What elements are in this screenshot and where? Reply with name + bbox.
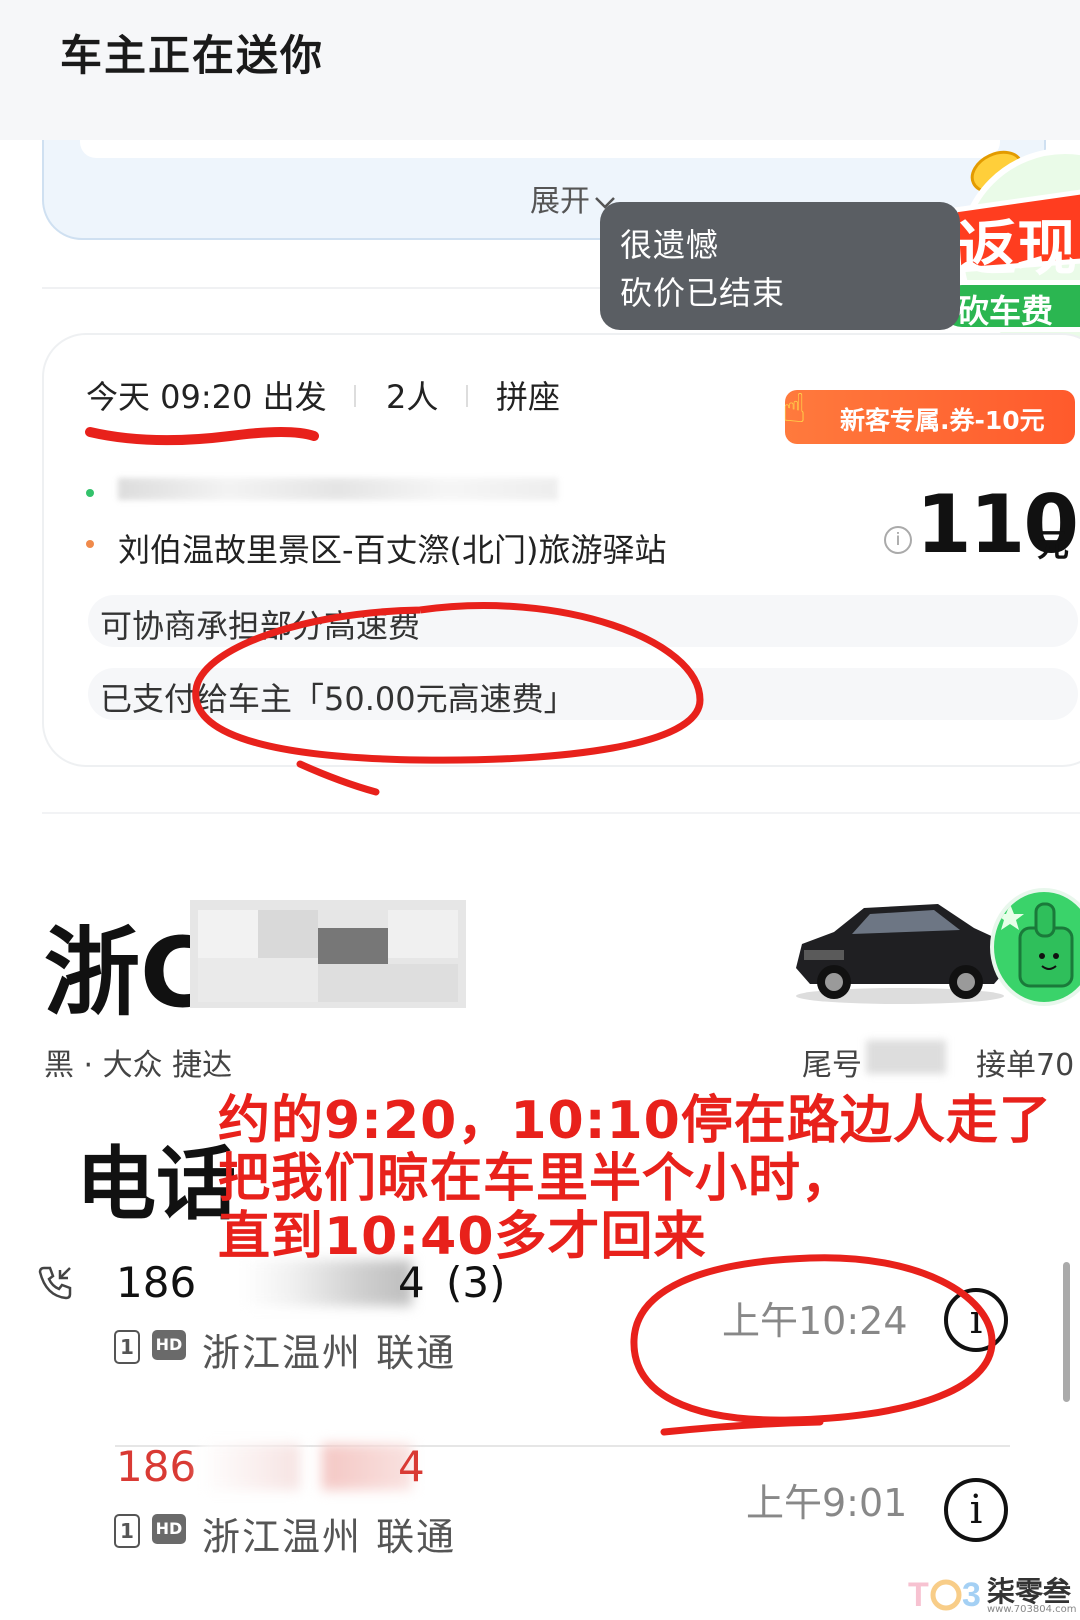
- phone-section-title: 电话: [76, 1138, 236, 1231]
- passenger-count: 2人: [386, 378, 439, 416]
- watermark-url: www.703804.com: [987, 1604, 1077, 1615]
- price-info-icon[interactable]: i: [884, 526, 912, 554]
- call-info-button[interactable]: i: [944, 1478, 1008, 1542]
- hd-icon: HD: [152, 1514, 186, 1544]
- divider: [42, 812, 1080, 814]
- plate-redaction: [190, 900, 466, 1008]
- toll-negotiable-note: 可协商承担部分高速费: [100, 607, 421, 645]
- toll-paid-note: 已支付给车主「50.00元高速费」: [100, 680, 576, 718]
- call-location: 浙江温州 联通: [202, 1515, 457, 1559]
- plate-number: 浙C: [44, 917, 211, 1029]
- svg-text:T: T: [908, 1576, 929, 1614]
- promo-badge-bottom-text: 砍车费: [957, 292, 1054, 330]
- svg-text:3: 3: [962, 1576, 981, 1614]
- car-image: [796, 904, 1006, 1004]
- page-title: 车主正在送你: [60, 31, 325, 80]
- ride-mode: 拼座: [496, 378, 561, 416]
- toast-line-2: 砍价已结束: [620, 274, 786, 312]
- origin-address-redacted: [118, 478, 558, 500]
- route-card-inner: [80, 140, 1000, 158]
- call-number-end: 4: [398, 1442, 425, 1491]
- price-unit: 元: [1037, 526, 1070, 564]
- incoming-call-icon: [38, 1266, 72, 1300]
- sim-1-icon: 1: [114, 1330, 140, 1364]
- call-location: 浙江温州 联通: [202, 1331, 457, 1375]
- destination-dot-icon: [86, 540, 94, 548]
- scrollbar[interactable]: [1063, 1262, 1070, 1402]
- expand-label: 展开: [530, 184, 590, 219]
- annotation-line-3: 直到10:40多才回来: [218, 1207, 707, 1267]
- coupon-text: 新客专属.券-10元: [840, 406, 1045, 435]
- promo-badge-top-text: 返现: [957, 214, 1077, 284]
- car-description: 黑 · 大众 捷达: [44, 1048, 233, 1083]
- separator: [354, 385, 356, 407]
- toast-line-1: 很遗憾: [620, 226, 720, 264]
- sim-1-icon: 1: [114, 1514, 140, 1548]
- hd-icon: HD: [152, 1330, 186, 1360]
- departure-time: 今天 09:20 出发: [86, 378, 327, 416]
- call-number-redacted: [200, 1444, 300, 1490]
- origin-dot-icon: [86, 489, 94, 497]
- destination-address: 刘伯温故里景区-百丈漈(北门)旅游驿站: [118, 531, 667, 569]
- call-time: 上午10:24: [722, 1299, 908, 1343]
- call-time: 上午9:01: [746, 1481, 908, 1525]
- promo-badge[interactable]: 返现 砍车费: [945, 140, 1080, 350]
- call-number-start: 186: [116, 1258, 197, 1307]
- separator: [466, 385, 468, 407]
- hand-icon: ☝: [782, 386, 807, 432]
- call-info-button[interactable]: i: [944, 1288, 1008, 1352]
- tail-number-redacted: [866, 1040, 946, 1074]
- call-number-start: 186: [116, 1442, 197, 1491]
